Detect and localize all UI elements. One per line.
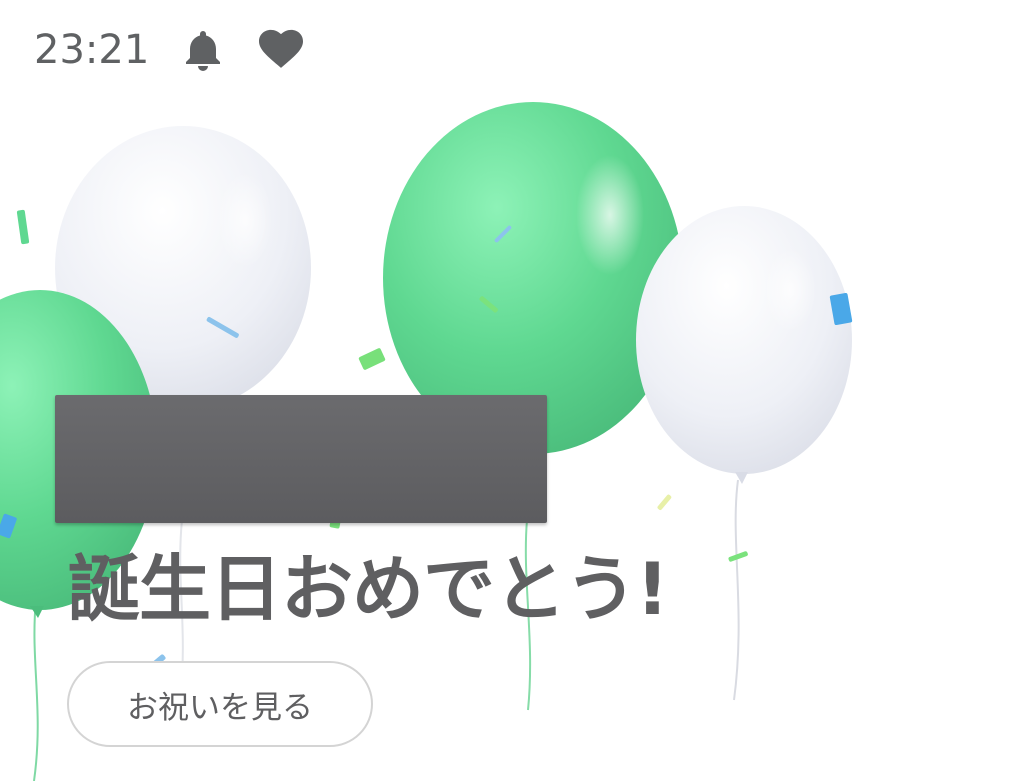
white-balloon-right [636,206,852,484]
birthday-headline: 誕生日おめでとう! [68,547,669,631]
view-celebration-button[interactable]: お祝いを見る [67,661,373,747]
heart-icon [259,29,304,68]
redacted-name-block [55,395,547,523]
status-bar: 23:21 [34,22,305,78]
birthday-screen: 23:21 誕生日おめでとう! お祝いを見る [0,0,1023,781]
status-time: 23:21 [34,27,150,73]
bell-icon [186,31,221,71]
